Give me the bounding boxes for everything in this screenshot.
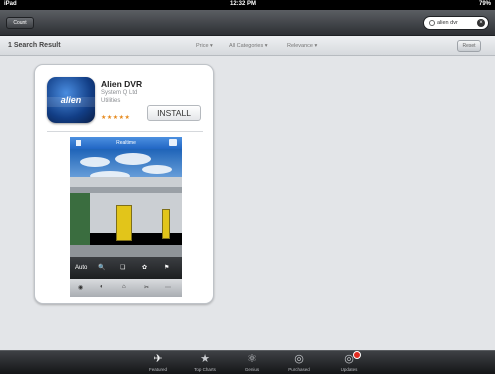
tab-label: Updates	[340, 367, 358, 372]
app-name[interactable]: Alien DVR	[101, 79, 142, 89]
battery-level: 79%	[478, 1, 491, 7]
app-icon-text: alien	[60, 95, 82, 105]
screenshot-tool: ❏	[120, 265, 126, 271]
card-divider	[47, 131, 203, 132]
star-icon: ★	[200, 353, 210, 365]
clear-icon[interactable]: ×	[477, 19, 485, 27]
tab-updates[interactable]: ◎ Updates	[327, 351, 371, 374]
filter-sort[interactable]: Relevance ▾	[287, 43, 317, 49]
screenshot-tool: Auto	[75, 265, 88, 271]
tab-bar: ✈ Featured ★ Top Charts ⚛ Genius ◎ Purch…	[0, 350, 495, 374]
screenshot-title: Realtime	[116, 140, 136, 146]
screenshot-ground	[70, 245, 182, 257]
screenshot-green-wall	[70, 193, 90, 245]
screenshot-toolbar: Auto 🔍 ❏ ✿ ⚑	[70, 257, 182, 279]
carrier-label: iPad	[4, 1, 17, 7]
screenshot-tool: ✂	[144, 285, 150, 291]
app-developer[interactable]: System Q Ltd	[101, 90, 137, 96]
search-field[interactable]: alien dvr ×	[423, 16, 489, 30]
tab-top-charts[interactable]: ★ Top Charts	[183, 351, 227, 374]
screenshot-tool: ◐	[100, 284, 104, 290]
tab-purchased[interactable]: ◎ Purchased	[277, 351, 321, 374]
camera-icon	[169, 139, 177, 146]
purchased-icon: ◎	[294, 353, 304, 365]
tab-featured[interactable]: ✈ Featured	[136, 351, 180, 374]
screenshot-tool: 🔍	[98, 265, 106, 271]
filter-price[interactable]: Price ▾	[196, 43, 213, 49]
reset-button[interactable]: Reset	[457, 40, 481, 52]
featured-icon: ✈	[153, 353, 163, 365]
install-button[interactable]: INSTALL	[147, 105, 201, 121]
app-category: Utilities	[101, 98, 121, 104]
screenshot-bottom-bar: ◉ ◐ ⌂ ✂ ⋯	[70, 279, 182, 297]
genius-icon: ⚛	[247, 353, 257, 365]
filter-categories[interactable]: All Categories ▾	[229, 43, 268, 49]
app-icon[interactable]: alien	[47, 77, 95, 123]
status-bar: iPad 12:32 PM 79%	[0, 0, 495, 10]
tab-label: Featured	[148, 367, 167, 372]
result-count: 1 Search Result	[8, 42, 61, 49]
nav-left-button[interactable]: Count	[6, 17, 34, 29]
screenshot-door	[116, 205, 132, 241]
screenshot-tool: ⚑	[164, 265, 170, 271]
tab-label: Genius	[244, 367, 260, 372]
search-icon	[429, 20, 435, 26]
app-card[interactable]: alien Alien DVR System Q Ltd Utilities ★…	[34, 64, 214, 304]
filter-bar: 1 Search Result Price ▾ All Categories ▾…	[0, 36, 495, 56]
screenshot-header: Realtime	[70, 137, 182, 149]
screenshot-tool: ⌂	[122, 284, 126, 290]
search-input[interactable]: alien dvr	[437, 20, 458, 26]
tab-label: Top Charts	[194, 367, 216, 372]
updates-badge	[353, 351, 361, 359]
screenshot-tool: ◉	[78, 285, 84, 291]
screenshot-tool: ✿	[142, 265, 148, 271]
rating-stars: ★★★★★	[101, 115, 131, 121]
updates-icon: ◎	[344, 353, 354, 365]
app-screenshot[interactable]: Realtime Auto 🔍 ❏ ✿ ⚑ ◉ ◐ ⌂ ✂ ⋯	[70, 137, 182, 297]
nav-bar: Count alien dvr ×	[0, 10, 495, 36]
screenshot-tool: ⋯	[165, 285, 171, 291]
tab-genius[interactable]: ⚛ Genius	[230, 351, 274, 374]
status-time: 12:32 PM	[230, 1, 257, 7]
screenshot-door	[162, 209, 170, 239]
tab-label: Purchased	[288, 367, 310, 372]
